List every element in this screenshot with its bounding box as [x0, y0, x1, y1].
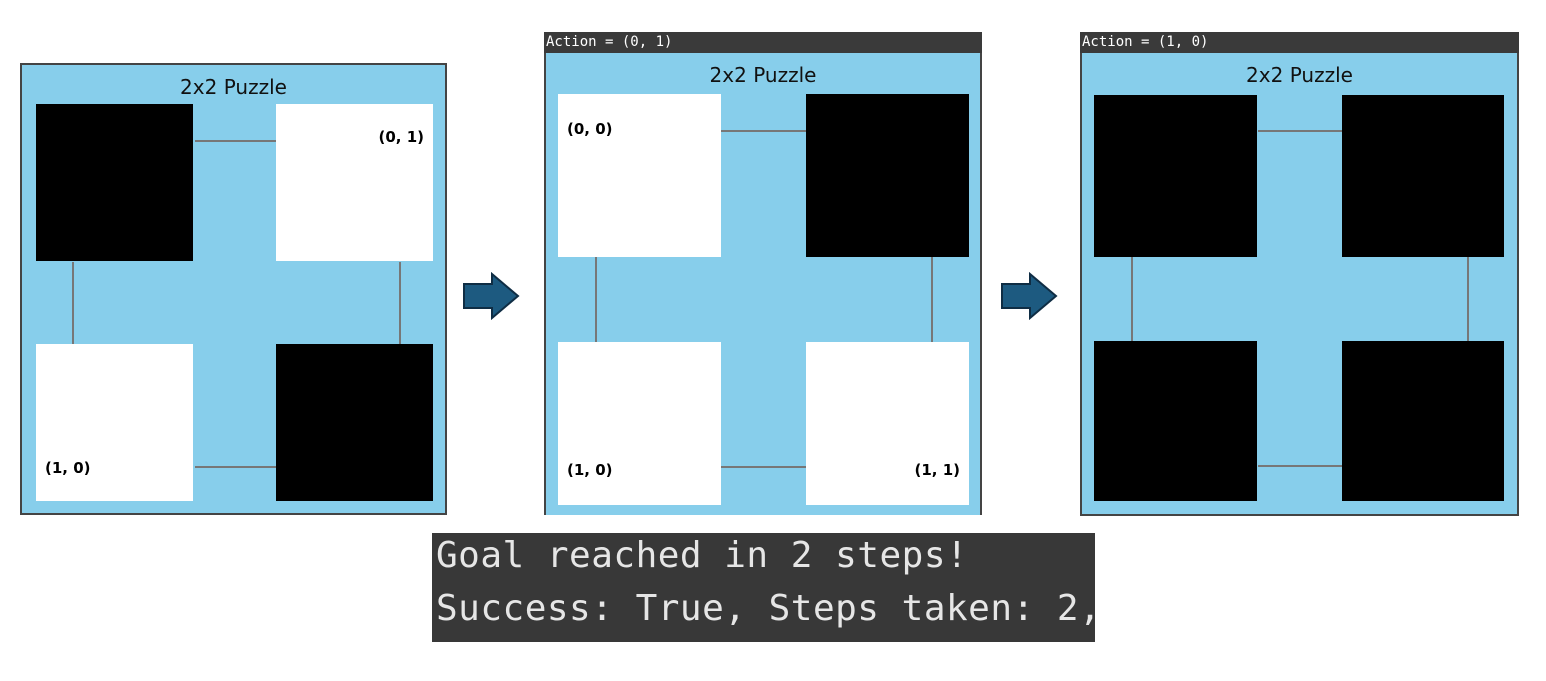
puzzle-board: 2x2 Puzzle	[1080, 53, 1519, 516]
console-line-goal: Goal reached in 2 steps!	[436, 535, 969, 576]
puzzle-window-step-2: Action = (1, 0) 2x2 Puzzle	[1080, 32, 1519, 516]
cell-1-0[interactable]	[1094, 341, 1257, 501]
puzzle-board: 2x2 Puzzle (0, 0) (1, 0) (1, 1)	[544, 53, 982, 515]
puzzle-board: 2x2 Puzzle (0, 1) (1, 0)	[20, 63, 447, 515]
cell-1-0[interactable]: (1, 0)	[36, 344, 193, 501]
cell-label: (1, 0)	[567, 461, 613, 479]
cell-0-0[interactable]	[36, 104, 193, 261]
cell-label: (0, 1)	[378, 128, 424, 146]
puzzle-window-step-1: Action = (0, 1) 2x2 Puzzle (0, 0) (1, 0)…	[544, 32, 982, 515]
console-output: Goal reached in 2 steps! Success: True, …	[432, 533, 1095, 642]
cell-label: (0, 0)	[567, 120, 613, 138]
action-title-bar: Action = (1, 0)	[1080, 32, 1519, 53]
arrow-right-icon	[463, 272, 520, 320]
action-title-bar: Action = (0, 1)	[544, 32, 982, 53]
puzzle-window-initial: 2x2 Puzzle (0, 1) (1, 0)	[20, 63, 447, 515]
cell-0-0[interactable]	[1094, 95, 1257, 257]
arrow-right-icon	[1001, 272, 1058, 320]
console-line-success: Success: True, Steps taken: 2,	[436, 588, 1095, 629]
cell-1-0[interactable]: (1, 0)	[558, 342, 721, 505]
cell-1-1[interactable]: (1, 1)	[806, 342, 969, 505]
cell-0-1[interactable]	[806, 94, 969, 257]
cell-label: (1, 1)	[914, 461, 960, 479]
cell-0-1[interactable]	[1342, 95, 1504, 257]
cell-1-1[interactable]	[276, 344, 433, 501]
cell-0-0[interactable]: (0, 0)	[558, 94, 721, 257]
cell-0-1[interactable]: (0, 1)	[276, 104, 433, 261]
cell-label: (1, 0)	[45, 459, 91, 477]
cell-1-1[interactable]	[1342, 341, 1504, 501]
